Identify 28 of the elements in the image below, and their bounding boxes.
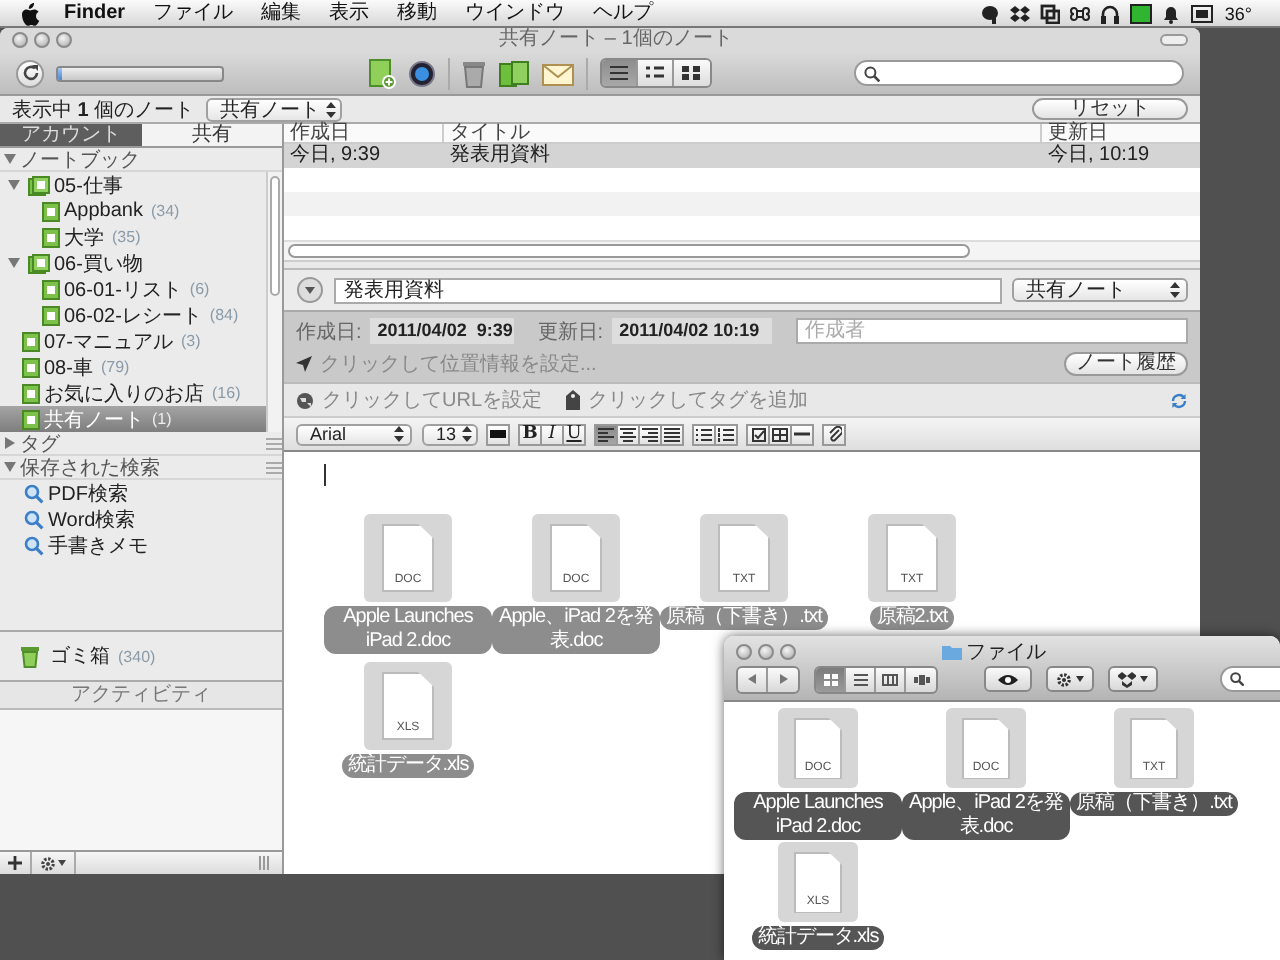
note-count-text: 表示中 1 個のノート xyxy=(12,97,195,123)
file-name: 原稿（下書き）.txt xyxy=(1070,792,1238,816)
temperature-reading: 36° xyxy=(1224,3,1252,23)
note-count: (34) xyxy=(150,202,180,220)
file-name: Apple、iPad 2を発表.doc xyxy=(902,792,1070,840)
window-title: 共有ノート – 1個のノート xyxy=(497,28,735,52)
file-name: 原稿（下書き）.txt xyxy=(660,606,828,630)
file-name: 統計データ.xls xyxy=(341,754,475,778)
table-cell-text: 発表用資料 xyxy=(448,144,552,168)
file-name: Apple Launches iPad 2.doc xyxy=(324,606,492,654)
note-count: (340) xyxy=(118,647,156,665)
note-count: (79) xyxy=(100,358,130,376)
note-count: (3) xyxy=(180,332,201,350)
file-name: Apple Launches iPad 2.doc xyxy=(734,792,902,840)
note-count: (1) xyxy=(152,410,172,428)
created-label: 作成日: xyxy=(296,319,362,345)
note-count: (84) xyxy=(209,306,239,324)
file-name: 原稿2.txt xyxy=(870,606,954,630)
note-count: (16) xyxy=(212,384,241,402)
note-count: (6) xyxy=(189,280,210,298)
table-cell-text: 今日, 10:19 xyxy=(1046,144,1152,168)
updated-label: 更新日: xyxy=(537,319,604,345)
activity-header: アクティビティ xyxy=(0,682,282,710)
file-name: 統計データ.xls xyxy=(751,926,885,950)
table-cell-text: 今日, 9:39 xyxy=(288,144,383,168)
note-count: (35) xyxy=(112,228,141,246)
file-name: Apple、iPad 2を発表.doc xyxy=(492,606,660,654)
finder-window-title: ファイル xyxy=(966,639,1046,665)
